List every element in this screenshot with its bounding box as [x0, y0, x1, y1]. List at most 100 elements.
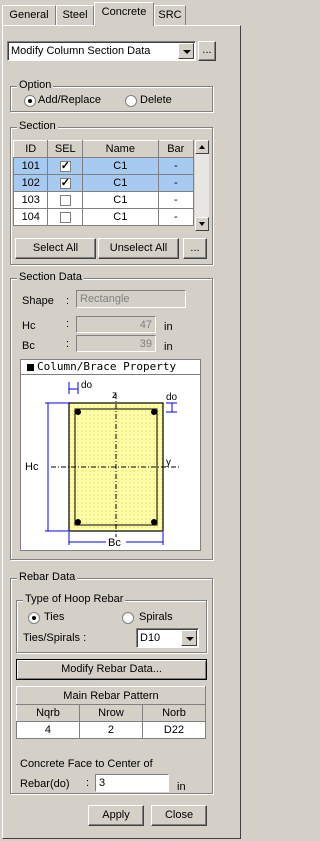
row-sel: [47, 191, 84, 209]
scroll-up-icon[interactable]: [195, 140, 209, 154]
tab-strip: General Steel Concrete SRC: [0, 0, 243, 26]
section-group-title: Section: [17, 120, 58, 132]
delete-radio[interactable]: [125, 95, 137, 107]
shape-label: Shape: [22, 295, 54, 307]
row-sel: [47, 208, 84, 226]
row-sel: [47, 157, 84, 175]
mode-select[interactable]: Modify Column Section Data: [7, 41, 196, 61]
z-axis-label: z: [112, 390, 117, 401]
hc-dim-label: Hc: [25, 461, 39, 473]
col-bar[interactable]: Bar: [157, 140, 195, 158]
scroll-down-icon[interactable]: [195, 217, 209, 231]
row-bar: -: [157, 157, 195, 175]
row-name: C1: [82, 191, 159, 209]
pattern-title: Main Rebar Pattern: [16, 686, 206, 705]
rebar-pattern-table: Main Rebar Pattern Nqrb Nrow Norb 4 2 D2…: [16, 686, 206, 739]
delete-label: Delete: [140, 94, 172, 106]
select-all-button[interactable]: Select All: [15, 238, 96, 259]
bc-label: Bc: [22, 340, 35, 352]
cover-label-line1: Concrete Face to Center of: [20, 758, 153, 770]
nqrb-value[interactable]: 4: [16, 721, 80, 739]
pattern-row[interactable]: 4 2 D22: [16, 721, 206, 739]
chevron-down-icon[interactable]: [181, 630, 197, 646]
row-id: 101: [12, 157, 49, 175]
section-scrollbar[interactable]: [194, 140, 209, 231]
row-checkbox[interactable]: [59, 194, 71, 206]
row-checkbox[interactable]: [59, 176, 71, 189]
table-row[interactable]: 103 C1 -: [12, 191, 195, 209]
mode-more-button[interactable]: ...: [198, 41, 216, 61]
bc-unit: in: [164, 341, 173, 353]
row-id: 104: [12, 208, 49, 226]
hoop-type-title: Type of Hoop Rebar: [23, 593, 126, 605]
tab-concrete[interactable]: Concrete: [94, 2, 154, 26]
row-bar: -: [157, 208, 195, 226]
section-more-button[interactable]: ...: [183, 238, 207, 259]
row-name: C1: [82, 157, 159, 175]
table-row[interactable]: 102 C1 -: [12, 174, 195, 192]
add-replace-radio[interactable]: [24, 95, 36, 107]
ties-spirals-value: D10: [140, 632, 161, 644]
ties-spirals-select[interactable]: D10: [136, 628, 199, 648]
cover-input[interactable]: 3: [95, 774, 169, 792]
do-right-label: do: [166, 392, 178, 403]
square-icon: [27, 363, 34, 371]
bc-field: 39: [76, 335, 156, 352]
col-id[interactable]: ID: [12, 140, 49, 158]
table-row[interactable]: 101 C1 -: [12, 157, 195, 175]
row-id: 103: [12, 191, 49, 209]
spirals-radio[interactable]: [122, 612, 134, 624]
hc-field: 47: [76, 316, 156, 333]
ties-spirals-label: Ties/Spirals :: [23, 632, 87, 644]
tab-steel[interactable]: Steel: [56, 5, 94, 25]
bc-dim-label: Bc: [108, 537, 121, 549]
col-nrow: Nrow: [78, 704, 144, 722]
row-checkbox[interactable]: [59, 211, 71, 223]
row-checkbox[interactable]: [59, 159, 71, 172]
spirals-label: Spirals: [139, 611, 173, 623]
diagram-title-bar: Column/Brace Property: [21, 360, 200, 375]
chevron-down-icon[interactable]: [178, 43, 194, 59]
col-nqrb: Nqrb: [16, 704, 80, 722]
ties-radio[interactable]: [28, 612, 40, 624]
cover-colon: :: [86, 777, 90, 789]
hc-label: Hc: [22, 320, 36, 332]
row-bar: -: [157, 174, 195, 192]
shape-colon: :: [66, 295, 70, 307]
modify-rebar-button[interactable]: Modify Rebar Data...: [16, 659, 207, 680]
ties-label: Ties: [44, 611, 65, 623]
row-name: C1: [82, 174, 159, 192]
tab-src[interactable]: SRC: [154, 5, 186, 25]
nrow-value[interactable]: 2: [78, 721, 144, 739]
section-table-header: ID SEL Name Bar: [12, 140, 195, 158]
row-name: C1: [82, 208, 159, 226]
do-top-label: do: [81, 380, 93, 391]
col-name[interactable]: Name: [82, 140, 159, 158]
col-sel[interactable]: SEL: [47, 140, 84, 158]
norb-value[interactable]: D22: [142, 721, 206, 739]
y-axis-label: y: [166, 457, 171, 468]
row-id: 102: [12, 174, 49, 192]
bc-colon: :: [66, 338, 70, 350]
close-button[interactable]: Close: [151, 805, 207, 826]
cover-unit: in: [177, 781, 186, 793]
rebar-data-title: Rebar Data: [17, 571, 78, 583]
unselect-all-button[interactable]: Unselect All: [98, 238, 179, 259]
apply-button[interactable]: Apply: [88, 805, 144, 826]
diagram-title: Column/Brace Property: [37, 360, 177, 373]
tab-general[interactable]: General: [2, 5, 56, 25]
section-data-title: Section Data: [17, 271, 84, 283]
row-sel: [47, 174, 84, 192]
section-table: ID SEL Name Bar 101 C1 - 102 C1 - 103 C1…: [12, 140, 195, 226]
row-bar: -: [157, 191, 195, 209]
table-row[interactable]: 104 C1 -: [12, 208, 195, 226]
shape-field: Rectangle: [76, 290, 186, 308]
hc-colon: :: [66, 318, 70, 330]
option-group-title: Option: [17, 79, 54, 91]
add-replace-label: Add/Replace: [38, 94, 101, 106]
col-norb: Norb: [142, 704, 206, 722]
hc-unit: in: [164, 321, 173, 333]
column-property-diagram: Column/Brace Property do do z y Hc Bc: [20, 359, 201, 551]
cover-label-line2: Rebar(do): [20, 778, 70, 790]
mode-select-value: Modify Column Section Data: [11, 45, 151, 57]
